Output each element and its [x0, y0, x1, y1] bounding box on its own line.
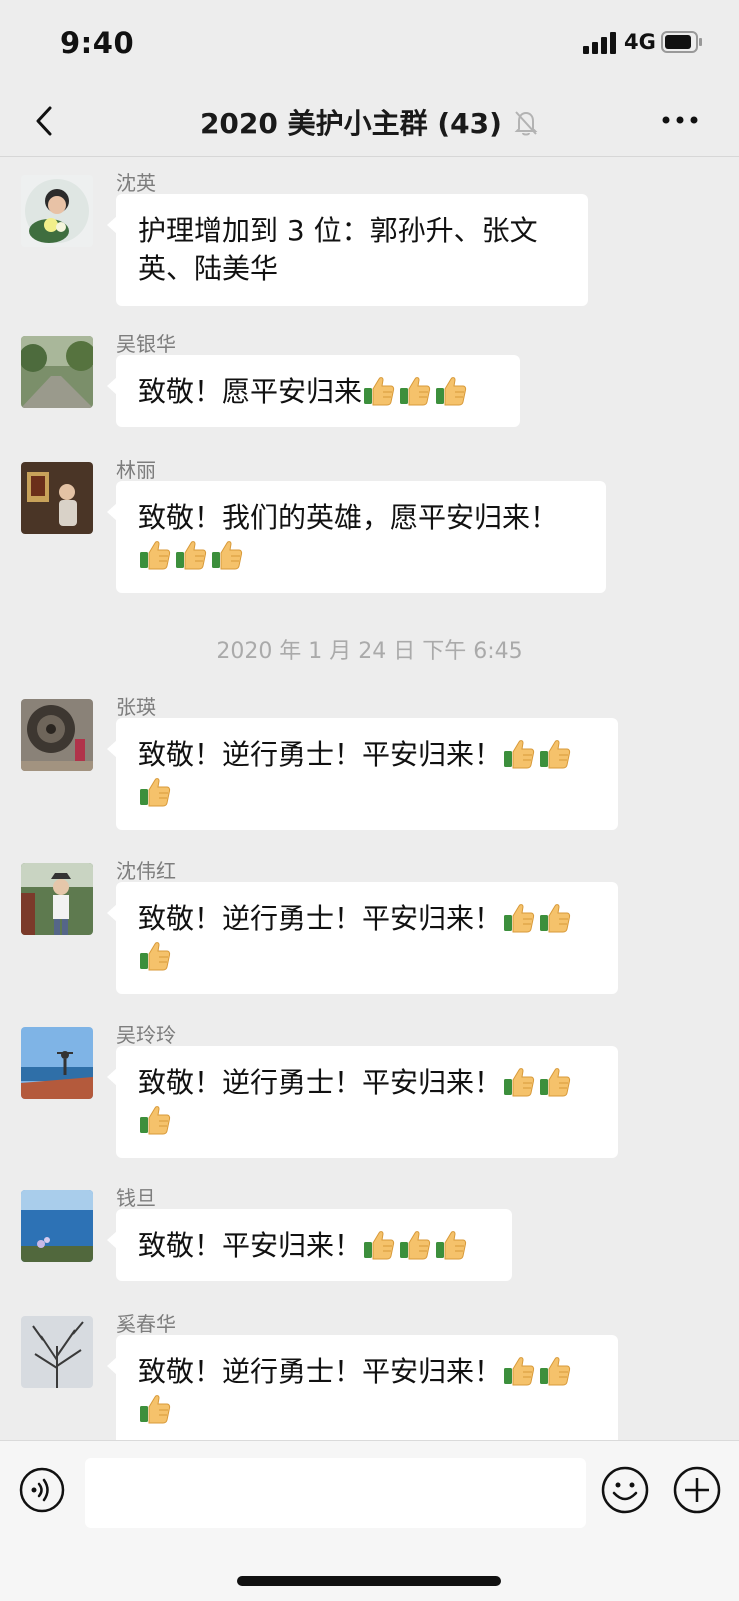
- message-bubble[interactable]: 致敬！逆行勇士！平安归来！: [107, 1335, 618, 1440]
- thumbs-up-icon: [540, 1357, 571, 1386]
- message-bubble[interactable]: 致敬！逆行勇士！平安归来！: [107, 718, 618, 830]
- home-indicator: [237, 1576, 501, 1586]
- thumbs-up-icon: [140, 1106, 171, 1135]
- thumbs-up-group: [138, 776, 174, 809]
- avatar[interactable]: [21, 462, 93, 534]
- thumbs-up-group: [502, 738, 574, 771]
- emoji-icon[interactable]: [600, 1465, 650, 1515]
- thumbs-up-icon: [140, 1395, 171, 1424]
- thumbs-up-icon: [504, 904, 535, 933]
- message-bubble[interactable]: 护理增加到 3 位：郭孙升、张文英、陆美华: [107, 194, 588, 306]
- thumbs-up-group: [502, 1355, 574, 1388]
- message-bubble[interactable]: 致敬！愿平安归来: [107, 355, 520, 427]
- thumbs-up-icon: [364, 377, 395, 406]
- avatar[interactable]: [21, 699, 93, 771]
- status-time: 9:40: [60, 26, 135, 60]
- thumbs-up-icon: [400, 377, 431, 406]
- sender-name: 沈伟红: [116, 859, 176, 883]
- more-dots-icon[interactable]: [660, 108, 700, 132]
- thumbs-up-icon: [504, 740, 535, 769]
- thumbs-up-icon: [212, 541, 243, 570]
- avatar[interactable]: [21, 336, 93, 408]
- thumbs-up-icon: [540, 1068, 571, 1097]
- thumbs-up-group: [502, 1066, 574, 1099]
- sender-name: 张瑛: [116, 695, 156, 719]
- thumbs-up-group: [138, 940, 174, 973]
- message-text: 致敬！逆行勇士！平安归来！: [138, 1066, 503, 1099]
- message-text: 致敬！逆行勇士！平安归来！: [138, 1355, 503, 1388]
- message-text: 致敬！逆行勇士！平安归来！: [138, 902, 503, 935]
- message-input[interactable]: [85, 1458, 586, 1528]
- sender-name: 林丽: [116, 458, 156, 482]
- thumbs-up-group: [138, 539, 246, 572]
- message-bubble[interactable]: 致敬！逆行勇士！平安归来！: [107, 1046, 618, 1158]
- nav-bar: 2020 美护小主群 (43): [0, 90, 739, 157]
- thumbs-up-icon: [504, 1068, 535, 1097]
- chat-title-wrap: 2020 美护小主群 (43): [0, 102, 739, 142]
- thumbs-up-icon: [140, 541, 171, 570]
- thumbs-up-icon: [400, 1231, 431, 1260]
- thumbs-up-icon: [436, 377, 467, 406]
- message-bubble[interactable]: 致敬！逆行勇士！平安归来！: [107, 882, 618, 994]
- plus-icon[interactable]: [672, 1465, 722, 1515]
- muted-bell-icon: [514, 111, 538, 136]
- message-text: 致敬！逆行勇士！平安归来！: [138, 738, 503, 771]
- thumbs-up-group: [362, 375, 470, 408]
- avatar[interactable]: [21, 1027, 93, 1099]
- network-label: 4G: [624, 30, 656, 54]
- thumbs-up-group: [138, 1104, 174, 1137]
- sender-name: 奚春华: [116, 1312, 176, 1336]
- message-text: 致敬！愿平安归来: [138, 375, 363, 408]
- thumbs-up-icon: [540, 740, 571, 769]
- timestamp: 2020 年 1 月 24 日 下午 6:45: [216, 639, 523, 664]
- battery-icon: [661, 31, 702, 53]
- input-bar: [0, 1440, 739, 1601]
- voice-icon[interactable]: [18, 1466, 66, 1514]
- thumbs-up-icon: [140, 778, 171, 807]
- avatar[interactable]: [21, 863, 93, 935]
- message-bubble[interactable]: 致敬！平安归来！: [107, 1209, 512, 1281]
- thumbs-up-group: [362, 1229, 470, 1262]
- message-text: 致敬！我们的英雄，愿平安归来！: [138, 501, 559, 534]
- message-text: 致敬！平安归来！: [138, 1229, 363, 1262]
- thumbs-up-icon: [140, 942, 171, 971]
- thumbs-up-icon: [540, 904, 571, 933]
- status-bar: 9:40 4G: [0, 0, 739, 90]
- sender-name: 吴玲玲: [116, 1023, 176, 1047]
- thumbs-up-icon: [176, 541, 207, 570]
- chat-area[interactable]: 沈英 护理增加到 3 位：郭孙升、张文英、陆美华 吴银华 致敬！愿平安归来 林丽…: [0, 157, 739, 1440]
- thumbs-up-group: [138, 1393, 174, 1426]
- thumbs-up-icon: [504, 1357, 535, 1386]
- thumbs-up-icon: [436, 1231, 467, 1260]
- message-bubble[interactable]: 致敬！我们的英雄，愿平安归来！: [107, 481, 606, 593]
- sender-name: 吴银华: [116, 332, 176, 356]
- sender-name: 沈英: [116, 171, 156, 195]
- sender-name: 钱旦: [116, 1186, 156, 1210]
- avatar[interactable]: [21, 1316, 93, 1388]
- message-text: 护理增加到 3 位：郭孙升、张文英、陆美华: [138, 214, 538, 285]
- avatar[interactable]: [21, 175, 93, 247]
- avatar[interactable]: [21, 1190, 93, 1262]
- signal-icon: [583, 32, 616, 54]
- thumbs-up-icon: [364, 1231, 395, 1260]
- chat-title[interactable]: 2020 美护小主群 (43): [200, 107, 502, 140]
- thumbs-up-group: [502, 902, 574, 935]
